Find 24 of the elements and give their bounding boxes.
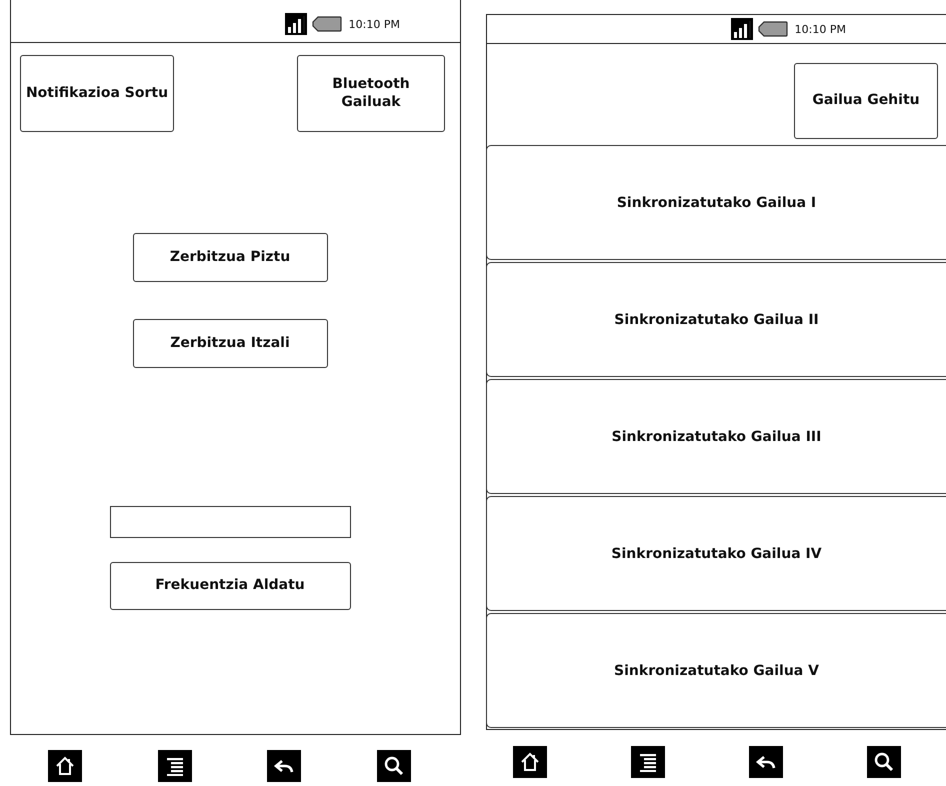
battery-icon [758,21,788,37]
device-list-item[interactable]: Sinkronizatutako Gailua I [486,145,946,260]
menu-icon[interactable] [631,746,665,778]
signal-icon [730,18,753,40]
home-icon[interactable] [513,746,547,778]
search-icon[interactable] [867,746,901,778]
add-device-button[interactable]: Gailua Gehitu [794,63,938,139]
status-time: 10:10 PM [794,22,846,36]
battery-icon [312,16,342,32]
device-list-item[interactable]: Sinkronizatutako Gailua II [486,262,946,377]
frequency-button[interactable]: Frekuentzia Aldatu [110,562,350,610]
signal-icon [284,13,307,35]
nav-button[interactable]: Notifikazioa Sortu [20,55,174,132]
menu-icon[interactable] [158,750,192,782]
device-list-item[interactable]: Sinkronizatutako Gailua V [486,613,946,728]
frequency-field[interactable] [110,506,350,538]
service-button[interactable]: Zerbitzua Piztu [132,233,328,282]
search-icon[interactable] [376,750,411,782]
device-list-item[interactable]: Sinkronizatutako Gailua IV [486,496,946,611]
home-icon[interactable] [48,750,82,782]
status-time: 10:10 PM [348,18,400,30]
nav-button[interactable]: Bluetooth Gailuak [297,55,445,132]
device-list-item[interactable]: Sinkronizatutako Gailua III [486,379,946,494]
service-button[interactable]: Zerbitzua Itzali [132,319,328,368]
